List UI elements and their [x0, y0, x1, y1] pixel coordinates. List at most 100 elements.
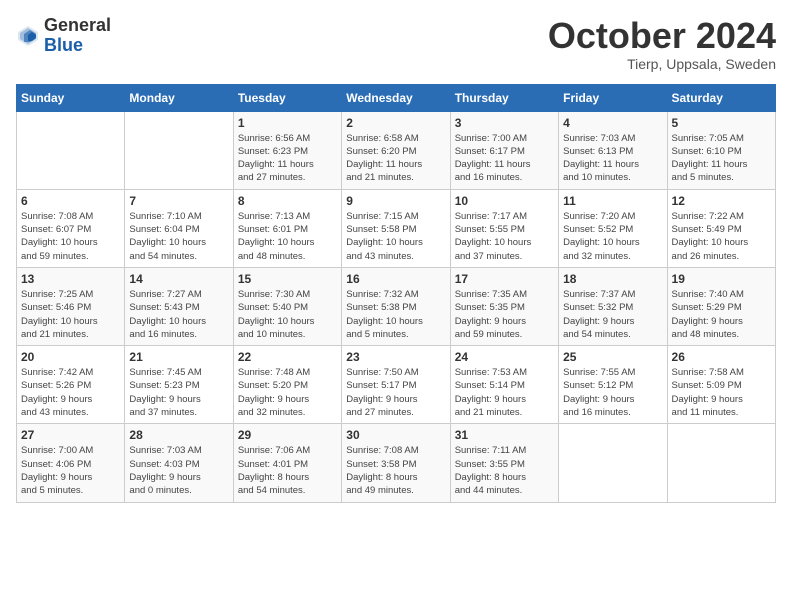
cell-w1-d2: 8 Sunrise: 7:13 AM Sunset: 6:01 PM Daylig…	[233, 189, 341, 267]
day-info: Sunrise: 7:17 AM Sunset: 5:55 PM Dayligh…	[455, 210, 554, 263]
day-info: Sunrise: 7:20 AM Sunset: 5:52 PM Dayligh…	[563, 210, 662, 263]
day-number: 21	[129, 350, 228, 364]
logo-text: General Blue	[44, 16, 111, 56]
cell-w2-d1: 14Sunrise: 7:27 AM Sunset: 5:43 PM Dayli…	[125, 267, 233, 345]
col-wednesday: Wednesday	[342, 84, 450, 111]
cell-w4-d1: 28 Sunrise: 7:03 AM Sunset: 4:03 PM Dayli…	[125, 424, 233, 502]
week-row-1: 6 Sunrise: 7:08 AM Sunset: 6:07 PM Daylig…	[17, 189, 776, 267]
day-info: Sunrise: 6:56 AM Sunset: 6:23 PM Dayligh…	[238, 132, 337, 185]
day-number: 15	[238, 272, 337, 286]
month-title: October 2024	[548, 16, 776, 56]
day-info: Sunrise: 7:00 AM Sunset: 6:17 PM Dayligh…	[455, 132, 554, 185]
day-number: 25	[563, 350, 662, 364]
cell-w3-d6: 26 Sunrise: 7:58 AM Sunset: 5:09 PM Dayli…	[667, 346, 775, 424]
cell-w4-d5	[559, 424, 667, 502]
cell-w1-d0: 6 Sunrise: 7:08 AM Sunset: 6:07 PM Daylig…	[17, 189, 125, 267]
day-info: Sunrise: 7:42 AM Sunset: 5:26 PM Dayligh…	[21, 366, 120, 419]
day-number: 7	[129, 194, 228, 208]
day-info: Sunrise: 7:03 AM Sunset: 4:03 PM Dayligh…	[129, 444, 228, 497]
day-info: Sunrise: 7:06 AM Sunset: 4:01 PM Dayligh…	[238, 444, 337, 497]
day-info: Sunrise: 7:03 AM Sunset: 6:13 PM Dayligh…	[563, 132, 662, 185]
week-row-0: 1 Sunrise: 6:56 AM Sunset: 6:23 PM Daylig…	[17, 111, 776, 189]
day-info: Sunrise: 7:50 AM Sunset: 5:17 PM Dayligh…	[346, 366, 445, 419]
day-number: 19	[672, 272, 771, 286]
day-number: 4	[563, 116, 662, 130]
day-number: 13	[21, 272, 120, 286]
day-info: Sunrise: 7:30 AM Sunset: 5:40 PM Dayligh…	[238, 288, 337, 341]
day-number: 18	[563, 272, 662, 286]
cell-w2-d2: 15 Sunrise: 7:30 AM Sunset: 5:40 PM Dayli…	[233, 267, 341, 345]
cell-w2-d3: 16Sunrise: 7:32 AM Sunset: 5:38 PM Dayli…	[342, 267, 450, 345]
day-number: 2	[346, 116, 445, 130]
day-number: 22	[238, 350, 337, 364]
day-info: Sunrise: 7:22 AM Sunset: 5:49 PM Dayligh…	[672, 210, 771, 263]
day-number: 6	[21, 194, 120, 208]
logo: General Blue	[16, 16, 111, 56]
day-number: 23	[346, 350, 445, 364]
cell-w1-d6: 12 Sunrise: 7:22 AM Sunset: 5:49 PM Dayli…	[667, 189, 775, 267]
logo-blue-text: Blue	[44, 36, 111, 56]
cell-w0-d4: 3 Sunrise: 7:00 AM Sunset: 6:17 PM Daylig…	[450, 111, 558, 189]
cell-w0-d1	[125, 111, 233, 189]
day-number: 28	[129, 428, 228, 442]
day-number: 11	[563, 194, 662, 208]
day-info: Sunrise: 7:37 AM Sunset: 5:32 PM Dayligh…	[563, 288, 662, 341]
cell-w0-d6: 5 Sunrise: 7:05 AM Sunset: 6:10 PM Daylig…	[667, 111, 775, 189]
day-info: Sunrise: 7:35 AM Sunset: 5:35 PM Dayligh…	[455, 288, 554, 341]
day-number: 9	[346, 194, 445, 208]
cell-w0-d5: 4 Sunrise: 7:03 AM Sunset: 6:13 PM Daylig…	[559, 111, 667, 189]
day-info: Sunrise: 7:05 AM Sunset: 6:10 PM Dayligh…	[672, 132, 771, 185]
cell-w2-d0: 13 Sunrise: 7:25 AM Sunset: 5:46 PM Dayli…	[17, 267, 125, 345]
day-info: Sunrise: 7:58 AM Sunset: 5:09 PM Dayligh…	[672, 366, 771, 419]
day-number: 10	[455, 194, 554, 208]
day-number: 29	[238, 428, 337, 442]
cell-w0-d2: 1 Sunrise: 6:56 AM Sunset: 6:23 PM Daylig…	[233, 111, 341, 189]
col-monday: Monday	[125, 84, 233, 111]
day-number: 26	[672, 350, 771, 364]
day-info: Sunrise: 7:11 AM Sunset: 3:55 PM Dayligh…	[455, 444, 554, 497]
day-info: Sunrise: 7:08 AM Sunset: 3:58 PM Dayligh…	[346, 444, 445, 497]
day-info: Sunrise: 7:32 AM Sunset: 5:38 PM Dayligh…	[346, 288, 445, 341]
day-number: 1	[238, 116, 337, 130]
day-number: 8	[238, 194, 337, 208]
day-info: Sunrise: 7:08 AM Sunset: 6:07 PM Dayligh…	[21, 210, 120, 263]
cell-w0-d3: 2Sunrise: 6:58 AM Sunset: 6:20 PM Daylig…	[342, 111, 450, 189]
cell-w2-d6: 19Sunrise: 7:40 AM Sunset: 5:29 PM Dayli…	[667, 267, 775, 345]
day-info: Sunrise: 7:53 AM Sunset: 5:14 PM Dayligh…	[455, 366, 554, 419]
cell-w4-d0: 27 Sunrise: 7:00 AM Sunset: 4:06 PM Dayli…	[17, 424, 125, 502]
day-number: 20	[21, 350, 120, 364]
location-text: Tierp, Uppsala, Sweden	[548, 56, 776, 72]
day-number: 31	[455, 428, 554, 442]
day-number: 5	[672, 116, 771, 130]
cell-w2-d5: 18 Sunrise: 7:37 AM Sunset: 5:32 PM Dayli…	[559, 267, 667, 345]
cell-w4-d6	[667, 424, 775, 502]
cell-w2-d4: 17Sunrise: 7:35 AM Sunset: 5:35 PM Dayli…	[450, 267, 558, 345]
day-info: Sunrise: 7:10 AM Sunset: 6:04 PM Dayligh…	[129, 210, 228, 263]
cell-w3-d4: 24 Sunrise: 7:53 AM Sunset: 5:14 PM Dayli…	[450, 346, 558, 424]
day-info: Sunrise: 7:27 AM Sunset: 5:43 PM Dayligh…	[129, 288, 228, 341]
col-saturday: Saturday	[667, 84, 775, 111]
week-row-2: 13 Sunrise: 7:25 AM Sunset: 5:46 PM Dayli…	[17, 267, 776, 345]
cell-w4-d4: 31 Sunrise: 7:11 AM Sunset: 3:55 PM Dayli…	[450, 424, 558, 502]
day-info: Sunrise: 7:45 AM Sunset: 5:23 PM Dayligh…	[129, 366, 228, 419]
cell-w1-d5: 11 Sunrise: 7:20 AM Sunset: 5:52 PM Dayli…	[559, 189, 667, 267]
day-number: 27	[21, 428, 120, 442]
cell-w3-d3: 23 Sunrise: 7:50 AM Sunset: 5:17 PM Dayli…	[342, 346, 450, 424]
cell-w3-d5: 25 Sunrise: 7:55 AM Sunset: 5:12 PM Dayli…	[559, 346, 667, 424]
col-thursday: Thursday	[450, 84, 558, 111]
day-number: 3	[455, 116, 554, 130]
week-row-3: 20 Sunrise: 7:42 AM Sunset: 5:26 PM Dayli…	[17, 346, 776, 424]
logo-general-text: General	[44, 16, 111, 36]
logo-icon	[16, 24, 40, 48]
day-info: Sunrise: 7:00 AM Sunset: 4:06 PM Dayligh…	[21, 444, 120, 497]
cell-w1-d4: 10 Sunrise: 7:17 AM Sunset: 5:55 PM Dayli…	[450, 189, 558, 267]
day-number: 12	[672, 194, 771, 208]
cell-w4-d3: 30Sunrise: 7:08 AM Sunset: 3:58 PM Dayli…	[342, 424, 450, 502]
day-info: Sunrise: 7:25 AM Sunset: 5:46 PM Dayligh…	[21, 288, 120, 341]
day-info: Sunrise: 7:55 AM Sunset: 5:12 PM Dayligh…	[563, 366, 662, 419]
page-header: General Blue October 2024 Tierp, Uppsala…	[16, 16, 776, 72]
days-of-week-row: Sunday Monday Tuesday Wednesday Thursday…	[17, 84, 776, 111]
day-number: 24	[455, 350, 554, 364]
day-info: Sunrise: 7:13 AM Sunset: 6:01 PM Dayligh…	[238, 210, 337, 263]
cell-w3-d1: 21 Sunrise: 7:45 AM Sunset: 5:23 PM Dayli…	[125, 346, 233, 424]
